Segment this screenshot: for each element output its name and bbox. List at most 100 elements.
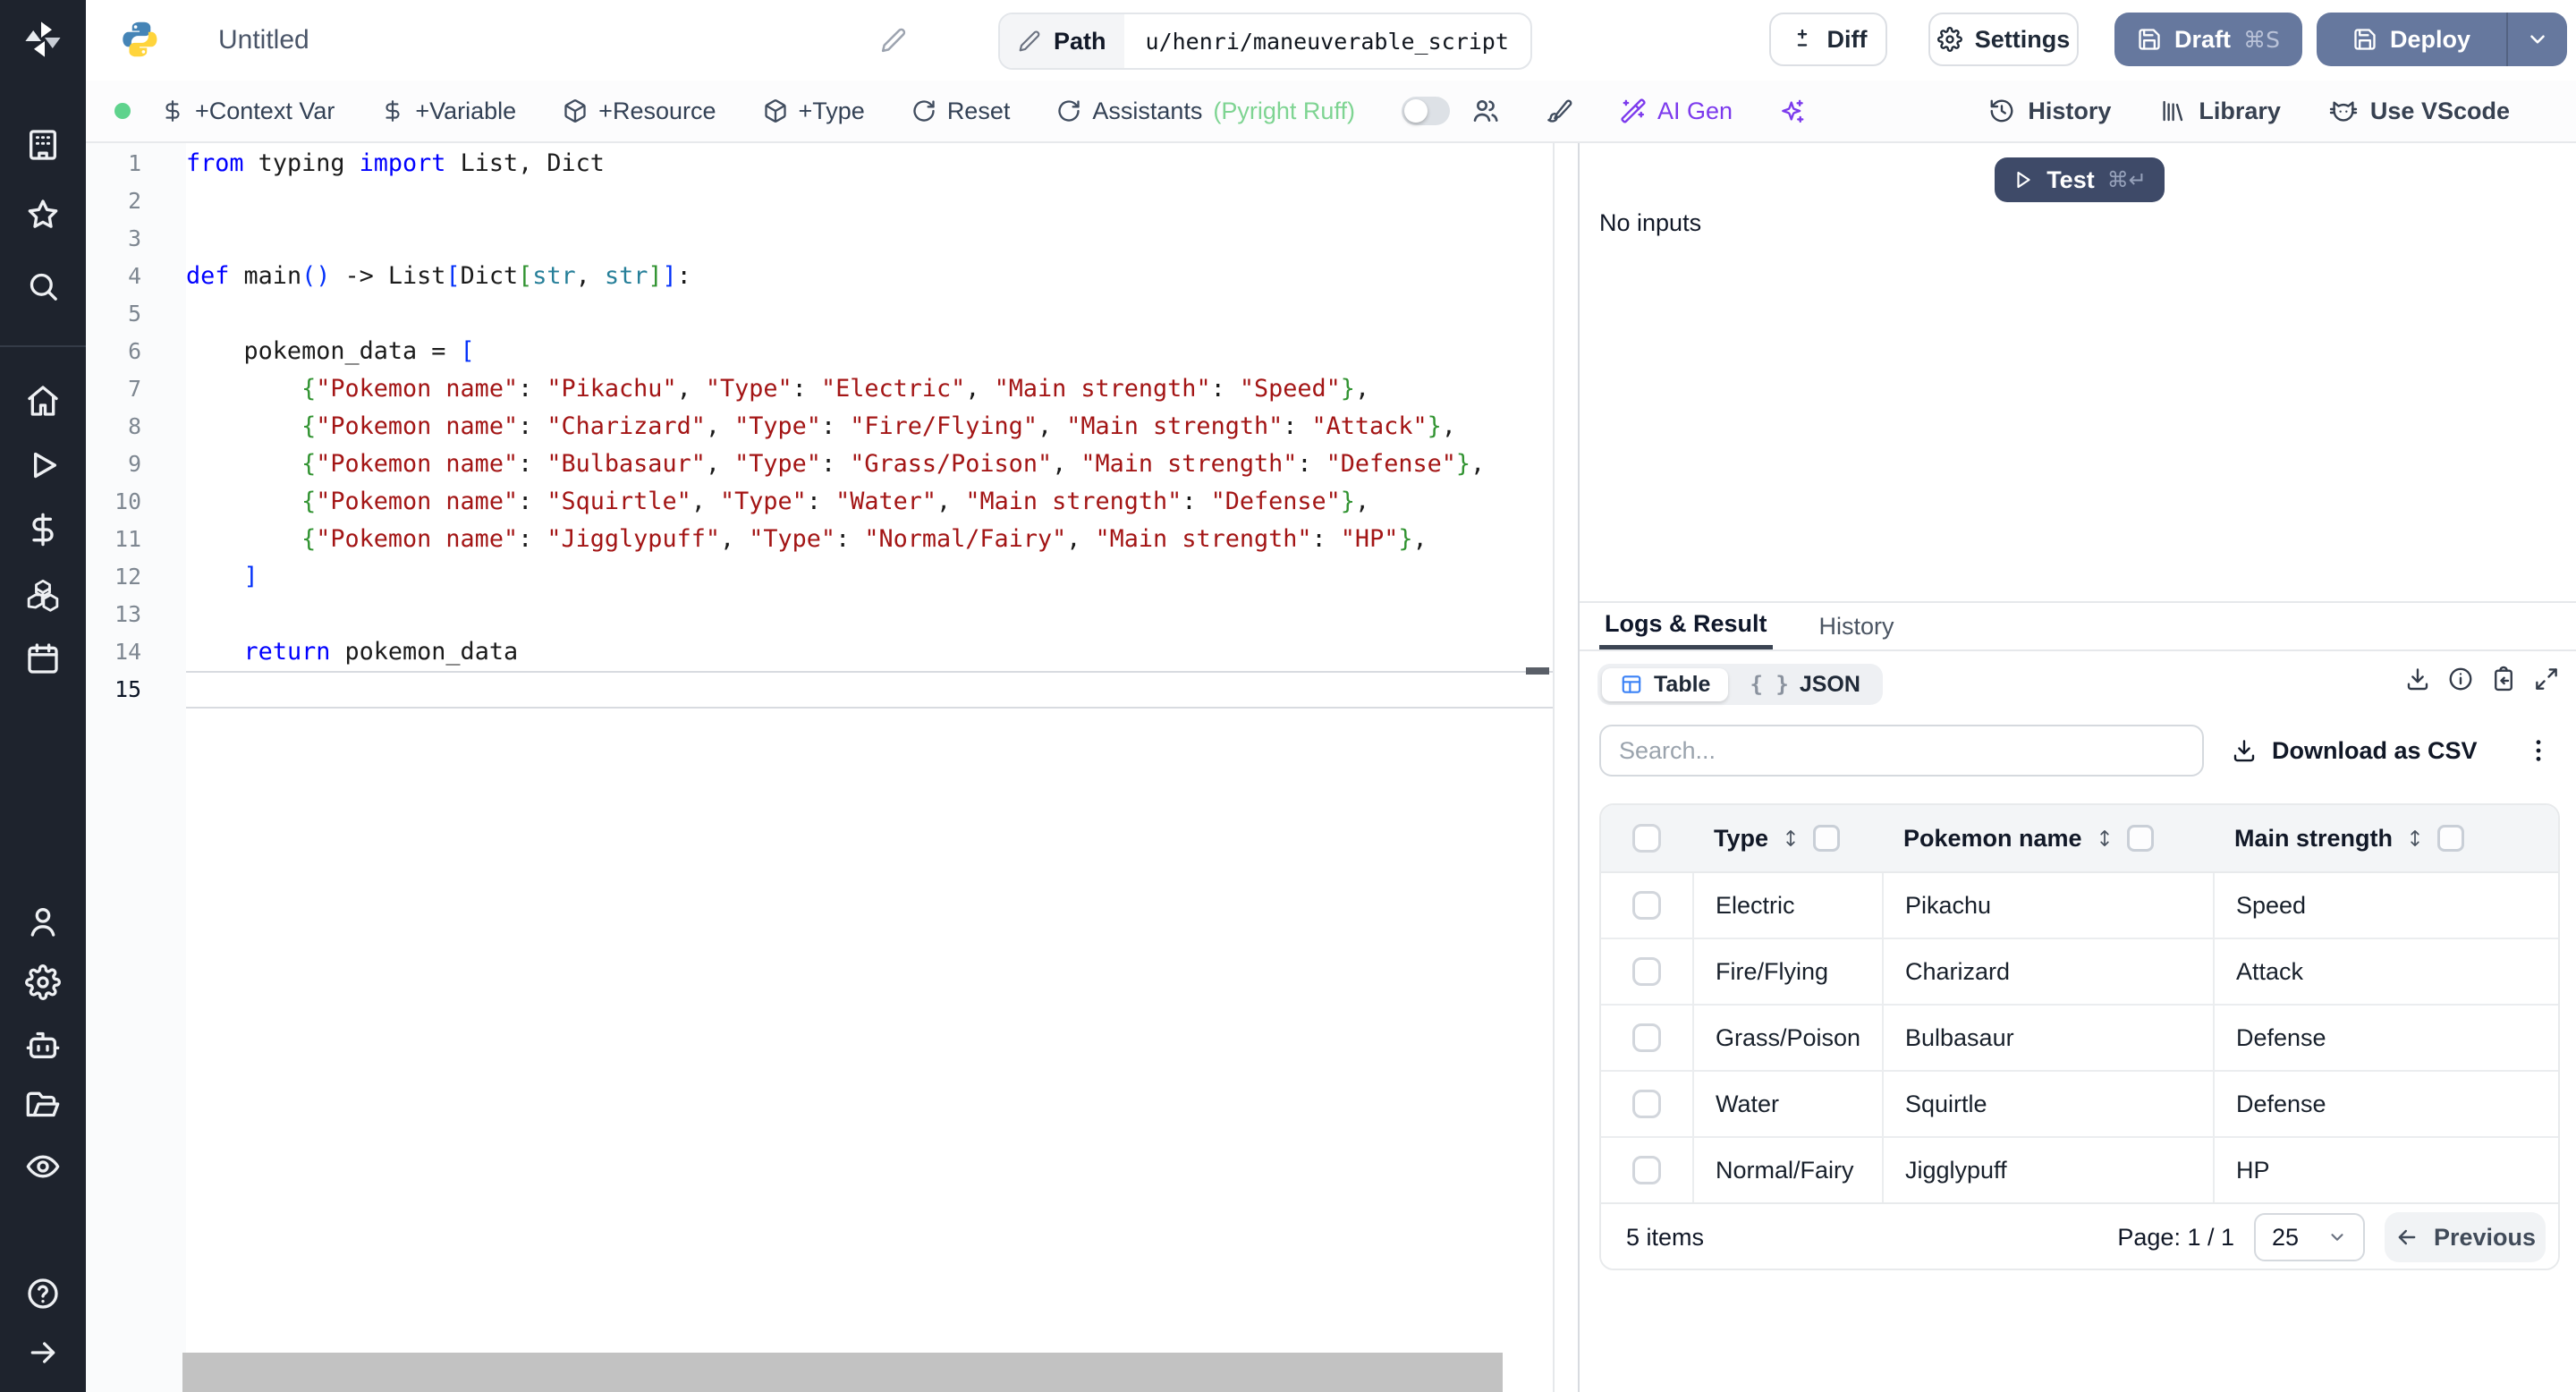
search-input[interactable] xyxy=(1599,725,2204,777)
windmill-logo-icon[interactable] xyxy=(21,18,64,61)
python-logo-icon xyxy=(120,20,159,59)
add-variable-label: +Variable xyxy=(415,97,517,124)
sidebar-item-workspace[interactable] xyxy=(25,127,61,163)
sidebar-item-favorites[interactable] xyxy=(25,197,61,233)
sort-icon[interactable] xyxy=(2093,827,2116,850)
row-checkbox[interactable] xyxy=(1632,1090,1661,1118)
view-toggle-json[interactable]: { } JSON xyxy=(1732,668,1877,701)
use-vscode-button[interactable]: Use VScode xyxy=(2329,97,2510,125)
sidebar-item-search[interactable] xyxy=(25,268,61,304)
select-all-checkbox[interactable] xyxy=(1632,824,1661,853)
row-checkbox[interactable] xyxy=(1632,957,1661,986)
sidebar-item-schedules[interactable] xyxy=(25,641,61,676)
settings-button[interactable]: Settings xyxy=(1928,13,2079,66)
line-number: 10 xyxy=(114,488,141,514)
sidebar-item-workers[interactable] xyxy=(25,1027,61,1063)
download-csv-label: Download as CSV xyxy=(2272,736,2478,764)
table-cell: Bulbasaur xyxy=(1882,1006,2213,1070)
column-filter-box[interactable] xyxy=(2437,825,2465,852)
save-icon xyxy=(2352,27,2377,52)
sidebar-item-home[interactable] xyxy=(25,383,61,419)
edit-path-pencil-icon xyxy=(1018,30,1041,53)
more-options-kebab-icon[interactable] xyxy=(2524,725,2553,777)
table-cell: Squirtle xyxy=(1882,1072,2213,1136)
table-cell: Attack xyxy=(2213,939,2558,1004)
sparkles-icon[interactable] xyxy=(1779,98,1806,124)
download-icon xyxy=(2231,737,2258,764)
table-cell: HP xyxy=(2213,1138,2558,1202)
download-icon[interactable] xyxy=(2404,666,2431,692)
add-resource-button[interactable]: +Resource xyxy=(563,98,716,125)
view-toggle-table[interactable]: Table xyxy=(1602,667,1729,701)
line-number: 5 xyxy=(128,301,141,327)
edit-title-pencil-icon[interactable] xyxy=(880,27,907,54)
column-filter-box[interactable] xyxy=(2126,825,2154,852)
sidebar-item-users[interactable] xyxy=(25,904,61,939)
row-checkbox[interactable] xyxy=(1632,891,1661,920)
assistants-button[interactable]: Assistants (Pyright Ruff) xyxy=(1056,98,1355,125)
sort-icon[interactable] xyxy=(1779,827,1802,850)
test-button[interactable]: Test ⌘↵ xyxy=(1995,157,2165,202)
row-checkbox[interactable] xyxy=(1632,1023,1661,1052)
draft-shortcut: ⌘S xyxy=(2243,26,2280,53)
sidebar-item-audit-logs[interactable] xyxy=(25,1149,61,1184)
draft-label: Draft xyxy=(2174,25,2232,53)
previous-page-button[interactable]: Previous xyxy=(2385,1212,2546,1262)
code-area[interactable]: from typing import List, Dict def main() … xyxy=(186,145,1553,709)
add-type-label: +Type xyxy=(798,97,865,124)
page-size-select[interactable]: 25 xyxy=(2254,1213,2365,1261)
sidebar-item-runs[interactable] xyxy=(25,447,61,483)
table-cell: Speed xyxy=(2213,873,2558,938)
magic-wand-icon xyxy=(1620,98,1647,124)
draft-button[interactable]: Draft ⌘S xyxy=(2114,13,2302,66)
table-row: Electric Pikachu Speed xyxy=(1601,873,2558,939)
line-number: 14 xyxy=(114,639,141,665)
tab-history[interactable]: History xyxy=(1819,603,1894,649)
path-field[interactable]: Path u/henri/maneuverable_script xyxy=(998,13,1532,70)
info-icon[interactable] xyxy=(2447,666,2474,692)
sidebar-item-resources[interactable] xyxy=(25,576,61,612)
column-header-pokemon-name: Pokemon name xyxy=(1882,805,2213,871)
panel-splitter[interactable] xyxy=(1553,143,1580,1392)
reset-button[interactable]: Reset xyxy=(911,98,1010,125)
table-cell: Water xyxy=(1692,1072,1882,1136)
sidebar-item-help[interactable] xyxy=(25,1276,61,1311)
library-button[interactable]: Library xyxy=(2159,98,2281,125)
editor-toolbar: +Context Var +Variable +Resource +Type R… xyxy=(86,81,2576,143)
horizontal-scrollbar[interactable] xyxy=(182,1353,1503,1392)
deploy-button[interactable]: Deploy xyxy=(2317,13,2506,66)
expand-icon[interactable] xyxy=(2533,666,2560,692)
code-editor[interactable]: 1 2 3 4 5 6 7 8 9 10 11 12 13 14 15 from typing import… xyxy=(86,143,1553,1392)
copy-clipboard-icon[interactable] xyxy=(2490,666,2517,692)
column-filter-box[interactable] xyxy=(1813,825,1841,852)
table-row: Grass/Poison Bulbasaur Defense xyxy=(1601,1006,2558,1072)
sidebar-item-variables[interactable] xyxy=(25,512,61,547)
add-type-button[interactable]: +Type xyxy=(763,98,865,125)
sidebar-item-settings[interactable] xyxy=(25,964,61,1000)
gear-icon xyxy=(1936,27,1962,52)
add-context-var-button[interactable]: +Context Var xyxy=(161,98,335,125)
diff-button[interactable]: Diff xyxy=(1769,13,1887,66)
sidebar-item-expand-sidebar[interactable] xyxy=(25,1335,61,1371)
format-brush-icon[interactable] xyxy=(1546,98,1573,124)
sort-icon[interactable] xyxy=(2403,827,2427,850)
table-row: Water Squirtle Defense xyxy=(1601,1072,2558,1138)
assistant-toggle[interactable] xyxy=(1401,97,1450,125)
tab-logs-result[interactable]: Logs & Result xyxy=(1599,603,1773,649)
arrow-left-icon xyxy=(2394,1225,2419,1250)
line-number: 9 xyxy=(128,451,141,477)
table-cell: Electric xyxy=(1692,873,1882,938)
download-csv-button[interactable]: Download as CSV xyxy=(2231,725,2478,777)
deploy-button-group: Deploy xyxy=(2317,13,2567,66)
row-checkbox[interactable] xyxy=(1632,1156,1661,1184)
table-cell: Defense xyxy=(2213,1006,2558,1070)
users-icon[interactable] xyxy=(1471,97,1500,125)
ai-gen-button[interactable]: AI Gen xyxy=(1620,98,1733,125)
deploy-dropdown-button[interactable] xyxy=(2506,13,2567,66)
path-value[interactable]: u/henri/maneuverable_script xyxy=(1124,14,1530,68)
add-variable-button[interactable]: +Variable xyxy=(381,98,516,125)
sidebar-item-folders[interactable] xyxy=(25,1086,61,1122)
history-button[interactable]: History xyxy=(1988,98,2111,125)
